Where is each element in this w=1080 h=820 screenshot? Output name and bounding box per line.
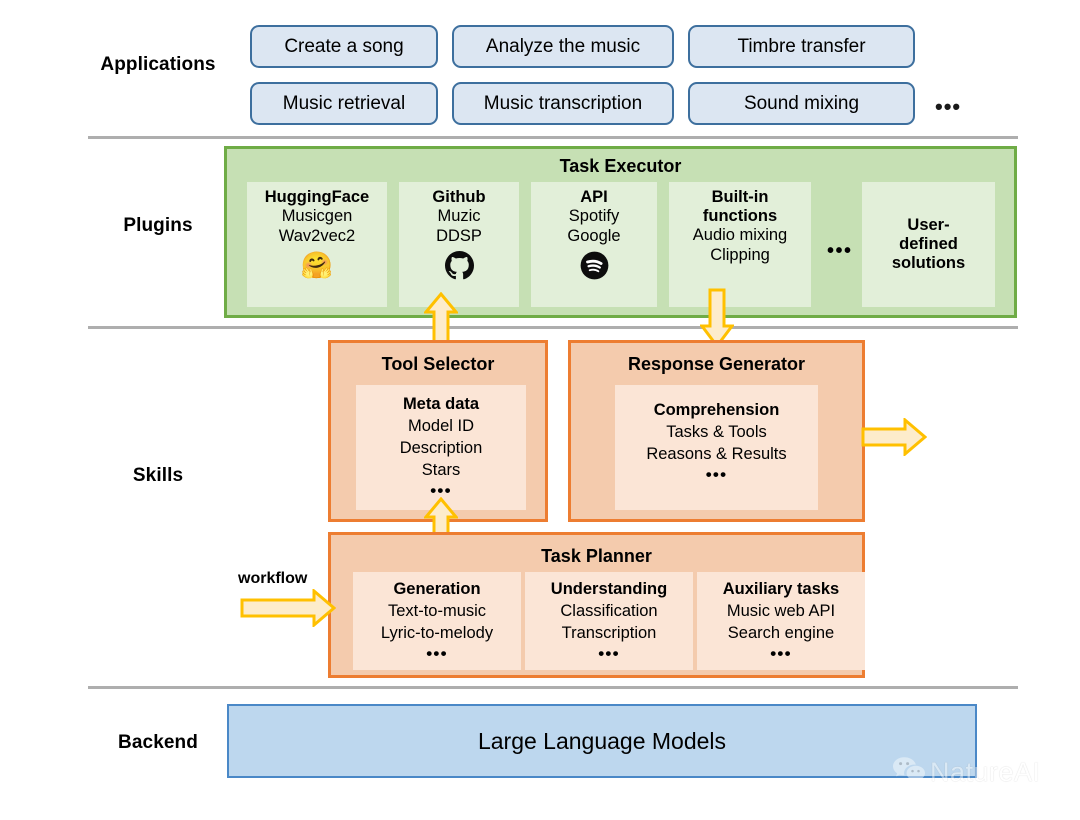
applications-ellipsis: •••: [935, 94, 962, 119]
backend-llm-box[interactable]: Large Language Models: [227, 704, 977, 778]
task-executor-panel: Task Executor HuggingFace Musicgen Wav2v…: [224, 146, 1017, 318]
separator-applications-plugins: [88, 136, 1018, 139]
plugin-line: Muzic: [437, 207, 481, 225]
tool-selector-panel: Tool Selector Meta data Model ID Descrip…: [328, 340, 548, 522]
plugin-line: Spotify: [568, 207, 620, 225]
separator-skills-backend: [88, 686, 1018, 689]
task-planner-title: Task Planner: [541, 546, 652, 566]
row-label-skills: Skills: [132, 465, 184, 486]
card-line: Description: [399, 439, 483, 457]
card-line: Text-to-music: [387, 602, 487, 620]
card-line: Stars: [421, 461, 461, 479]
plugin-title: Built-in: [711, 188, 769, 206]
huggingface-emoji: 🤗: [300, 250, 334, 280]
task-planner-panel: Task Planner Generation Text-to-music Ly…: [328, 532, 865, 678]
plugin-title: solutions: [891, 254, 966, 272]
spotify-icon: [579, 250, 609, 280]
card-ellipsis: •••: [598, 644, 620, 663]
task-planner-card-generation[interactable]: Generation Text-to-music Lyric-to-melody…: [353, 572, 521, 670]
app-chip-timbre-transfer[interactable]: Timbre transfer: [688, 25, 915, 68]
app-chip-analyze-the-music[interactable]: Analyze the music: [452, 25, 674, 68]
plugin-line: Google: [567, 226, 621, 245]
plugins-ellipsis: •••: [827, 240, 853, 262]
tool-selector-title: Tool Selector: [381, 354, 495, 374]
response-generator-panel: Response Generator Comprehension Tasks &…: [568, 340, 865, 522]
card-line: Model ID: [407, 417, 475, 435]
task-executor-title: Task Executor: [559, 156, 682, 176]
card-line: Lyric-to-melody: [380, 624, 494, 642]
plugin-title: defined: [899, 235, 958, 253]
task-planner-card-understanding[interactable]: Understanding Classification Transcripti…: [525, 572, 693, 670]
plugin-line: Audio mixing: [692, 226, 788, 244]
card-line: Music web API: [726, 602, 836, 620]
workflow-label: workflow: [238, 570, 308, 587]
row-label-backend: Backend: [118, 732, 198, 753]
plugin-title: HuggingFace: [264, 188, 370, 206]
card-line: Classification: [560, 602, 658, 620]
plugin-title: User-: [907, 216, 950, 234]
card-title: Comprehension: [653, 401, 780, 419]
huggingface-icon: 🤗: [300, 250, 334, 280]
github-icon: [444, 250, 474, 280]
card-title: Meta data: [402, 395, 480, 413]
app-chip-sound-mixing[interactable]: Sound mixing: [688, 82, 915, 125]
card-line: Reasons & Results: [646, 445, 787, 463]
card-line: Tasks & Tools: [666, 423, 767, 441]
card-title: Generation: [393, 580, 481, 598]
card-ellipsis: •••: [705, 465, 728, 484]
plugin-line: Wav2vec2: [278, 226, 356, 245]
row-label-applications: Applications: [100, 54, 216, 75]
plugin-card-user-defined-solutions[interactable]: User- defined solutions: [862, 182, 995, 307]
arrow-executor-to-response-generator: [700, 288, 734, 348]
separator-plugins-skills: [88, 326, 1018, 329]
response-generator-title: Response Generator: [627, 354, 806, 374]
plugin-line: Clipping: [710, 245, 770, 264]
app-chip-create-a-song[interactable]: Create a song: [250, 25, 438, 68]
app-chip-music-transcription[interactable]: Music transcription: [452, 82, 674, 125]
plugin-title: API: [580, 188, 608, 206]
task-planner-card-auxiliary-tasks[interactable]: Auxiliary tasks Music web API Search eng…: [697, 572, 865, 670]
plugin-card-api[interactable]: API Spotify Google: [531, 182, 657, 307]
plugin-title: functions: [702, 207, 778, 225]
card-line: Transcription: [561, 624, 657, 642]
card-ellipsis: •••: [426, 644, 448, 663]
card-ellipsis: •••: [770, 644, 792, 663]
row-label-plugins: Plugins: [123, 215, 193, 236]
plugin-line: DDSP: [436, 226, 482, 245]
app-chip-music-retrieval[interactable]: Music retrieval: [250, 82, 438, 125]
backend-llm-label: Large Language Models: [477, 727, 727, 754]
response-generator-comprehension-card[interactable]: Comprehension Tasks & Tools Reasons & Re…: [615, 385, 818, 510]
plugin-card-huggingface[interactable]: HuggingFace Musicgen Wav2vec2 🤗: [247, 182, 387, 307]
diagram-canvas: Applications Plugins Skills Backend Crea…: [0, 0, 1080, 820]
plugin-card-built-in-functions[interactable]: Built-in functions Audio mixing Clipping: [669, 182, 811, 307]
plugin-title: Github: [432, 188, 486, 206]
tool-selector-meta-data-card[interactable]: Meta data Model ID Description Stars •••: [356, 385, 526, 510]
card-title: Understanding: [550, 580, 668, 598]
card-line: Search engine: [727, 624, 835, 642]
plugin-line: Musicgen: [281, 207, 353, 225]
arrow-response-output: [861, 418, 927, 456]
plugin-card-github[interactable]: Github Muzic DDSP: [399, 182, 519, 307]
arrow-workflow-input: [240, 589, 336, 627]
card-title: Auxiliary tasks: [722, 580, 840, 598]
